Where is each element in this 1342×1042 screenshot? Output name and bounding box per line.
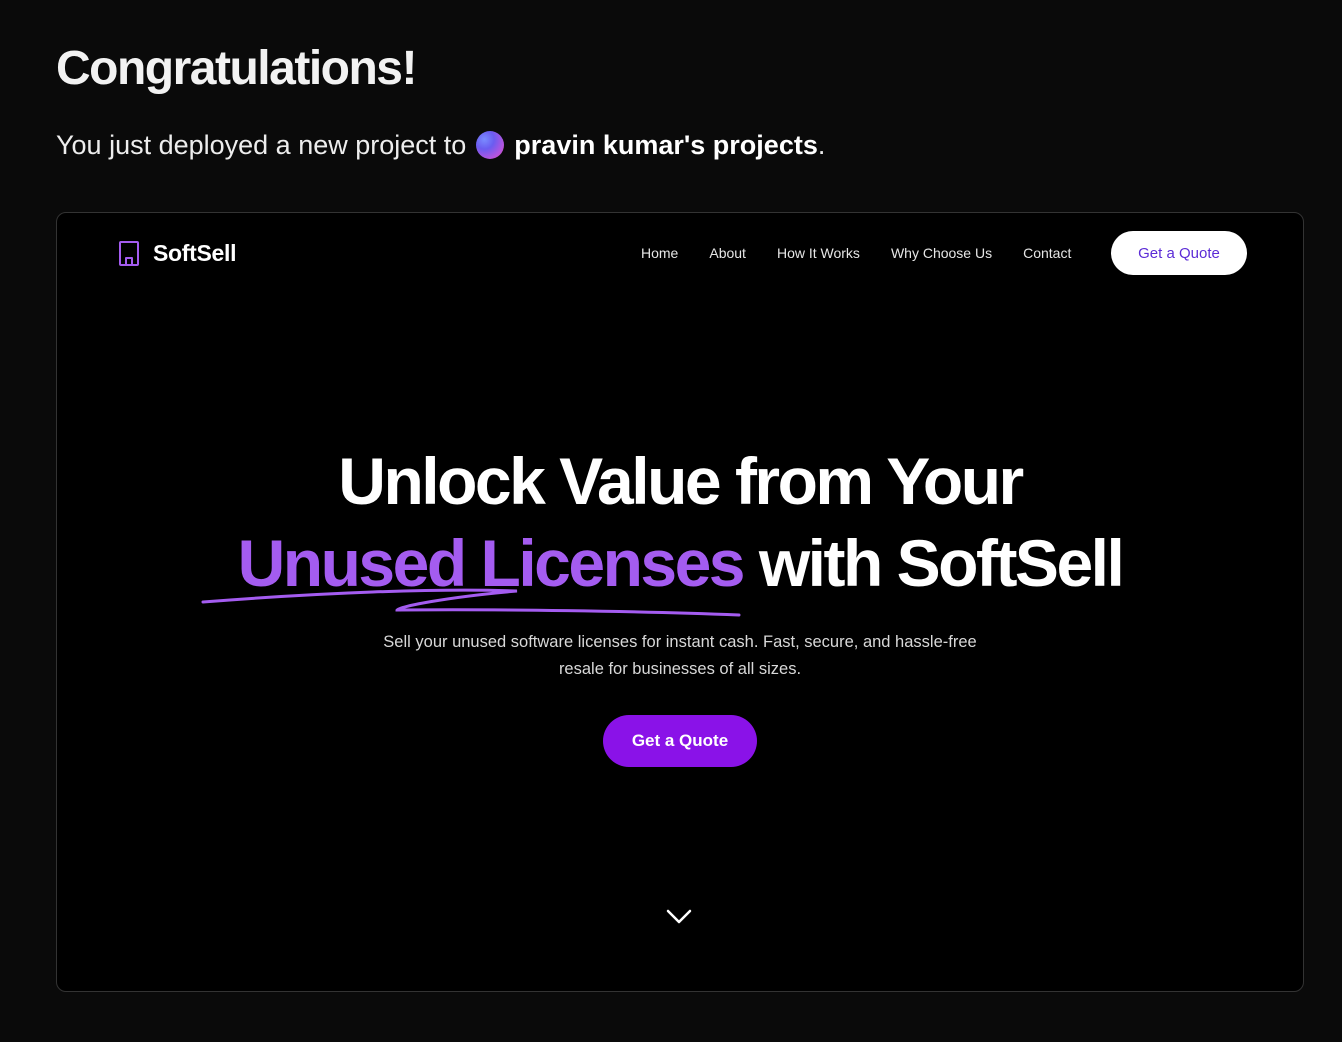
- hero-headline-rest: with SoftSell: [743, 526, 1125, 600]
- nav-link-about[interactable]: About: [709, 245, 746, 261]
- deployment-preview[interactable]: SoftSell Home About How It Works Why Cho…: [56, 212, 1304, 992]
- deploy-message-text: You just deployed a new project to: [56, 130, 467, 160]
- deploy-message-period: .: [817, 130, 826, 160]
- deployment-success-page: Congratulations! You just deployed a new…: [0, 0, 1342, 1042]
- brand-logo[interactable]: SoftSell: [115, 239, 237, 267]
- hero-description-line2: resale for businesses of all sizes.: [558, 660, 802, 678]
- hero-headline-line1: Unlock Value from Your: [338, 444, 1024, 518]
- team-name-link[interactable]: pravin kumar's projects: [514, 128, 818, 162]
- hero-get-quote-button[interactable]: Get a Quote: [603, 715, 757, 767]
- team-avatar: [476, 131, 505, 159]
- nav-get-quote-button[interactable]: Get a Quote: [1111, 231, 1247, 275]
- nav-link-how-it-works[interactable]: How It Works: [777, 245, 860, 261]
- brand-name: SoftSell: [153, 239, 237, 266]
- nav-links: Home About How It Works Why Choose Us Co…: [641, 245, 1071, 261]
- hero-description-line1: Sell your unused software licenses for i…: [383, 633, 977, 651]
- preview-navbar: SoftSell Home About How It Works Why Cho…: [57, 213, 1303, 293]
- hero-description: Sell your unused software licenses for i…: [57, 629, 1303, 683]
- nav-link-contact[interactable]: Contact: [1023, 245, 1071, 261]
- deploy-message: You just deployed a new project to pravi…: [56, 128, 825, 162]
- page-title: Congratulations!: [56, 42, 417, 95]
- nav-link-why-choose-us[interactable]: Why Choose Us: [891, 245, 992, 261]
- scribble-underline: [201, 588, 741, 617]
- nav-link-home[interactable]: Home: [641, 245, 678, 261]
- chevron-down-icon[interactable]: [663, 903, 695, 929]
- building-icon: [119, 241, 139, 266]
